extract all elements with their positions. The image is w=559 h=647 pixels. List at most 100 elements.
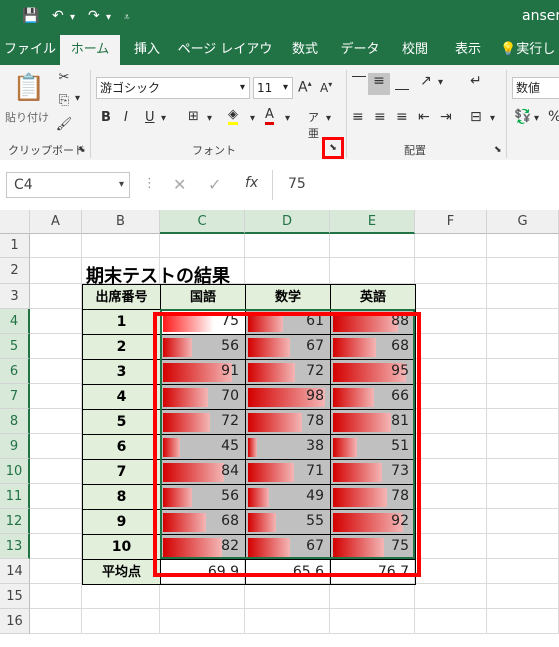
tab-review[interactable]: 校閲 (390, 35, 440, 65)
align-left-icon[interactable]: ≡ (352, 109, 364, 125)
score-cell[interactable]: 51 (330, 434, 416, 460)
score-cell[interactable]: 84 (160, 459, 246, 485)
cut-icon[interactable]: ✂ (55, 70, 73, 85)
grid-cell[interactable] (82, 584, 160, 609)
row-header[interactable]: 16 (0, 609, 30, 634)
decrease-indent-icon[interactable]: ⇤ (418, 109, 430, 125)
average-value-cell[interactable]: 69.9 (160, 559, 246, 585)
score-cell[interactable]: 88 (330, 309, 416, 335)
score-cell[interactable]: 82 (160, 534, 246, 560)
row-header[interactable]: 6 (0, 359, 30, 384)
tab-home[interactable]: ホーム (60, 35, 120, 65)
formula-input[interactable]: 75 (288, 176, 306, 192)
score-cell[interactable]: 66 (330, 384, 416, 410)
grid-cell[interactable] (30, 459, 82, 484)
grid-cell[interactable] (487, 559, 559, 584)
bold-button[interactable]: B (101, 110, 111, 125)
cancel-entry-icon[interactable]: ✕ (173, 175, 186, 194)
column-header[interactable]: E (330, 210, 415, 234)
table-header-cell[interactable]: 英語 (330, 284, 416, 310)
grid-cell[interactable] (160, 584, 245, 609)
grid-cell[interactable] (415, 534, 487, 559)
font-color-icon[interactable]: A (265, 107, 274, 125)
shrink-font-icon[interactable]: A▾ (320, 80, 332, 95)
average-value-cell[interactable]: 65.6 (245, 559, 331, 585)
borders-icon[interactable]: ⊞ (188, 109, 199, 124)
grid-cell[interactable] (487, 484, 559, 509)
score-cell[interactable]: 75 (330, 534, 416, 560)
row-header[interactable]: 1 (0, 234, 30, 258)
grid-cell[interactable] (330, 584, 415, 609)
accounting-dropdown-icon[interactable]: ▾ (534, 113, 539, 124)
copy-icon[interactable]: ⎘ (55, 93, 73, 108)
score-cell[interactable]: 92 (330, 509, 416, 535)
score-cell[interactable]: 72 (245, 359, 331, 385)
tab-data[interactable]: データ (332, 35, 388, 65)
score-cell[interactable]: 71 (245, 459, 331, 485)
grid-cell[interactable] (30, 409, 82, 434)
row-header[interactable]: 13 (0, 534, 30, 559)
grid-cell[interactable] (82, 234, 160, 258)
font-color-dropdown-icon[interactable]: ▾ (285, 113, 290, 124)
copy-dropdown-icon[interactable]: ▾ (75, 93, 80, 104)
table-header-cell[interactable]: 数学 (245, 284, 331, 310)
row-header[interactable]: 15 (0, 584, 30, 609)
grid-cell[interactable] (415, 284, 487, 309)
grid-cell[interactable] (415, 359, 487, 384)
select-all-button[interactable] (0, 210, 30, 234)
column-header[interactable]: A (30, 210, 82, 234)
score-cell[interactable]: 91 (160, 359, 246, 385)
font-size-combobox[interactable]: 11 ▾ (253, 77, 293, 99)
score-cell[interactable]: 75 (160, 309, 246, 335)
grid-cell[interactable] (30, 359, 82, 384)
average-value-cell[interactable]: 76.7 (330, 559, 416, 585)
grid-cell[interactable] (245, 234, 330, 258)
score-cell[interactable]: 78 (245, 409, 331, 435)
grid-cell[interactable] (160, 609, 245, 634)
fill-color-icon[interactable]: ◈ (228, 107, 238, 125)
score-cell[interactable]: 98 (245, 384, 331, 410)
tab-tell-me[interactable]: 💡実行し (500, 35, 559, 65)
paste-icon[interactable]: 📋 (12, 73, 46, 107)
student-id-cell[interactable]: 10 (82, 534, 161, 560)
grid-cell[interactable] (245, 609, 330, 634)
grid-cell[interactable] (487, 509, 559, 534)
paste-button-label[interactable]: 貼り付け (5, 109, 49, 125)
grid-cell[interactable] (415, 434, 487, 459)
align-bottom-icon[interactable]: ⎽ (395, 75, 409, 91)
redo-dropdown-icon[interactable]: ▾ (106, 12, 111, 23)
score-cell[interactable]: 67 (245, 334, 331, 360)
score-cell[interactable]: 56 (160, 484, 246, 510)
grid-cell[interactable] (487, 284, 559, 309)
grid-cell[interactable] (487, 234, 559, 258)
score-cell[interactable]: 68 (160, 509, 246, 535)
score-cell[interactable]: 70 (160, 384, 246, 410)
grid-cell[interactable] (415, 409, 487, 434)
fill-color-dropdown-icon[interactable]: ▾ (250, 113, 255, 124)
grow-font-icon[interactable]: A▴ (298, 79, 312, 96)
student-id-cell[interactable]: 6 (82, 434, 161, 460)
grid-cell[interactable] (415, 509, 487, 534)
student-id-cell[interactable]: 7 (82, 459, 161, 485)
grid-cell[interactable] (30, 609, 82, 634)
grid-cell[interactable] (415, 234, 487, 258)
grid-cell[interactable] (487, 584, 559, 609)
student-id-cell[interactable]: 9 (82, 509, 161, 535)
format-painter-icon[interactable]: 🖌 (55, 117, 73, 132)
tab-file[interactable]: ファイル (0, 35, 60, 65)
phonetic-guide-icon[interactable]: ア亜 (308, 109, 319, 141)
grid-cell[interactable] (245, 584, 330, 609)
row-header[interactable]: 9 (0, 434, 30, 459)
tab-insert[interactable]: 挿入 (122, 35, 172, 65)
score-cell[interactable]: 68 (330, 334, 416, 360)
grid-cell[interactable] (82, 609, 160, 634)
grid-cell[interactable] (330, 609, 415, 634)
insert-function-icon[interactable]: fx (245, 175, 258, 191)
wrap-text-icon[interactable]: ↵ (470, 73, 482, 89)
student-id-cell[interactable]: 1 (82, 309, 161, 335)
tab-formulas[interactable]: 数式 (280, 35, 330, 65)
undo-icon[interactable]: ↶ (52, 8, 64, 24)
clipboard-launcher-icon[interactable]: ⬊ (78, 145, 86, 155)
grid-cell[interactable] (415, 334, 487, 359)
grid-cell[interactable] (330, 234, 415, 258)
